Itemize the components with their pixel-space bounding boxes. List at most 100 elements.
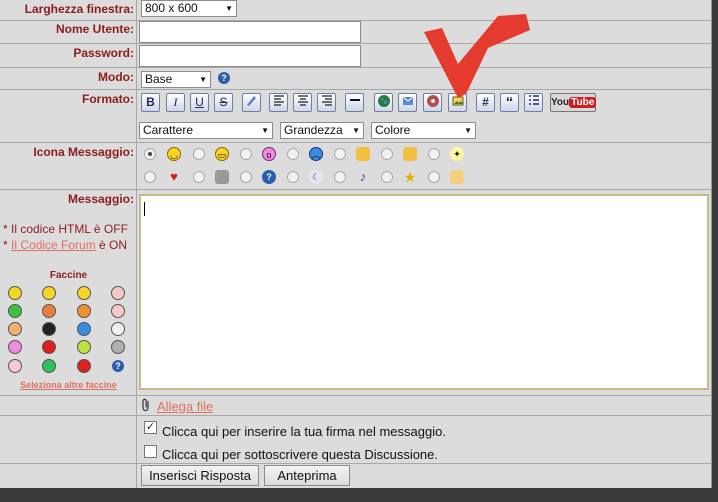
attach-file-link[interactable]: Allega file	[157, 399, 213, 414]
moon-icon: ☾	[309, 170, 323, 184]
smiley-smile-icon[interactable]	[8, 286, 22, 300]
smiley-sad-icon[interactable]	[77, 322, 91, 336]
password-input[interactable]	[139, 45, 361, 67]
italic-button[interactable]: I	[166, 93, 185, 112]
mode-select[interactable]: Base ▼	[141, 71, 211, 88]
subscribe-checkbox[interactable]	[144, 445, 157, 458]
help-icon[interactable]: ?	[218, 72, 230, 84]
smiley-kiss-icon[interactable]	[8, 359, 22, 373]
color-select-value: Colore	[375, 123, 411, 137]
smiley-evil-icon[interactable]	[42, 359, 56, 373]
grin-icon: ▭	[215, 147, 229, 161]
smiley-wink-icon[interactable]	[77, 340, 91, 354]
font-select[interactable]: Carattere ▼	[139, 122, 273, 139]
icon-radio-none[interactable]	[144, 148, 156, 160]
subscribe-label: Clicca qui per sottoscrivere questa Disc…	[162, 447, 439, 462]
color-select[interactable]: Colore ▼	[371, 122, 476, 139]
forum-code-link[interactable]: Il Codice Forum	[11, 238, 96, 252]
smiley-cool-icon[interactable]	[8, 322, 22, 336]
icon-radio-13[interactable]	[428, 171, 440, 183]
smiley-glasses-icon[interactable]	[111, 322, 125, 336]
chevron-down-icon: ▼	[261, 126, 269, 135]
icon-radio-5[interactable]	[381, 148, 393, 160]
smiley-shocked-icon[interactable]	[8, 340, 22, 354]
smiley-dead-icon[interactable]	[77, 304, 91, 318]
mode-value: Base	[145, 72, 173, 86]
window-size-value: 800 x 600	[145, 1, 198, 15]
strikethrough-button[interactable]: S	[214, 93, 233, 112]
row-window-size: Larghezza finestra: 800 x 600 ▼	[0, 0, 712, 21]
tools-icon	[215, 170, 229, 184]
size-select[interactable]: Grandezza ▼	[280, 122, 364, 139]
font-size-icon-button[interactable]	[242, 93, 261, 112]
underline-button[interactable]: U	[190, 93, 209, 112]
smiley-clown-icon[interactable]	[111, 304, 125, 318]
smiley-tongue-icon[interactable]	[42, 304, 56, 318]
align-left-button[interactable]	[269, 93, 288, 112]
smiley-sleepy-icon[interactable]	[111, 340, 125, 354]
icon-radio-3[interactable]	[287, 148, 299, 160]
align-right-icon	[321, 95, 332, 106]
smiley-blush-icon[interactable]	[111, 286, 125, 300]
submit-reply-button[interactable]: Inserisci Risposta	[141, 465, 259, 486]
icon-radio-1[interactable]	[193, 148, 205, 160]
icon-radio-10[interactable]	[287, 171, 299, 183]
icon-radio-12[interactable]	[381, 171, 393, 183]
red-arrow-annotation	[424, 14, 530, 98]
icon-radio-11[interactable]	[334, 171, 346, 183]
smileys-title: Faccine	[49, 270, 88, 281]
row-format: Formato: B I U S # “ You Tube Carattere …	[0, 90, 712, 143]
heart-icon: ♥	[170, 169, 178, 184]
preview-button[interactable]: Anteprima	[264, 465, 350, 486]
html-code-note: * Il codice HTML è OFF	[3, 222, 128, 236]
smileys-help-icon[interactable]: ?	[112, 360, 124, 372]
row-username: Nome Utente:	[0, 21, 712, 44]
youtube-button[interactable]: You Tube	[550, 93, 597, 112]
bold-button[interactable]: B	[141, 93, 160, 112]
align-center-icon	[297, 95, 308, 106]
post-reply-form: Larghezza finestra: 800 x 600 ▼ Nome Ute…	[0, 0, 712, 488]
cake-icon	[450, 170, 464, 184]
chevron-down-icon: ▼	[199, 75, 207, 84]
lightbulb-icon: ✦	[450, 147, 464, 161]
row-password: Password:	[0, 44, 712, 68]
align-center-button[interactable]	[293, 93, 312, 112]
smiley-angry-icon[interactable]	[42, 340, 56, 354]
icon-radio-2[interactable]	[240, 148, 252, 160]
smiley-sick-icon[interactable]	[8, 304, 22, 318]
horizontal-rule-button[interactable]	[345, 93, 364, 112]
smiley-grin-icon[interactable]	[42, 286, 56, 300]
smiley-mad-icon[interactable]	[77, 359, 91, 373]
more-smileys-link[interactable]: Seleziona altre faccine	[0, 380, 137, 390]
icon-radio-8[interactable]	[193, 171, 205, 183]
chevron-down-icon: ▼	[225, 4, 233, 13]
youtube-tube-text: Tube	[569, 97, 597, 108]
mode-label: Modo:	[0, 68, 137, 89]
signature-checkbox[interactable]: ✓	[144, 421, 157, 434]
align-right-button[interactable]	[317, 93, 336, 112]
smiley-laugh-icon[interactable]	[77, 286, 91, 300]
options-label-cell	[0, 416, 137, 463]
message-textarea[interactable]	[139, 194, 709, 390]
username-label: Nome Utente:	[0, 21, 137, 43]
message-icon-label: Icona Messaggio:	[0, 143, 137, 189]
font-select-value: Carattere	[143, 123, 194, 137]
username-input[interactable]	[139, 21, 361, 43]
icon-radio-7[interactable]	[144, 171, 156, 183]
insert-link-button[interactable]	[374, 93, 393, 112]
window-size-select[interactable]: 800 x 600 ▼	[141, 0, 237, 17]
star-icon: ★	[403, 169, 417, 185]
forum-code-note: * Il Codice Forum è ON	[3, 238, 127, 252]
row-options: ✓ Clicca qui per inserire la tua firma n…	[0, 416, 712, 464]
smiley-eightball-icon[interactable]	[42, 322, 56, 336]
pencil-icon	[247, 96, 256, 106]
insert-email-button[interactable]	[398, 93, 417, 112]
icon-radio-6[interactable]	[428, 148, 440, 160]
horizontal-rule-icon	[349, 99, 360, 101]
thumbs-down-icon	[356, 147, 370, 161]
sad-icon: ︵	[309, 147, 323, 161]
shocked-icon: o	[262, 147, 276, 161]
icon-radio-9[interactable]	[240, 171, 252, 183]
icon-radio-4[interactable]	[334, 148, 346, 160]
format-label: Formato:	[0, 90, 137, 142]
